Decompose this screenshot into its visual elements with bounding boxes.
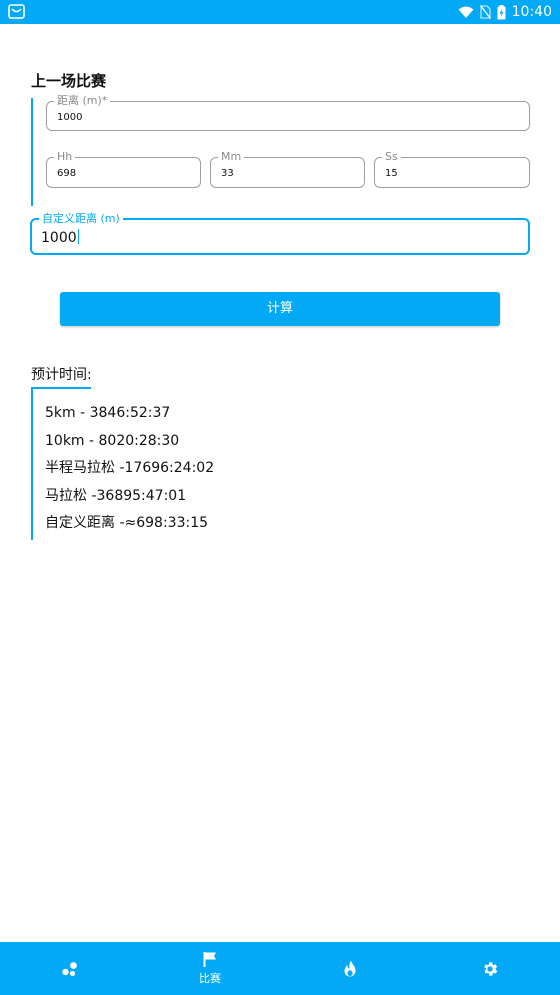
nav-item-dots[interactable] [30, 942, 110, 995]
gear-icon [484, 961, 498, 976]
result-half-marathon: 半程马拉松 -17696:24:02 [45, 460, 215, 476]
shopping-bag-icon [8, 4, 25, 19]
calculate-button[interactable]: 计算 [60, 292, 500, 326]
dots-icon [62, 961, 77, 976]
hours-value: 698 [57, 168, 77, 179]
custom-distance-label: 自定义距离 (m) [39, 212, 123, 226]
custom-distance-value: 1000 [41, 229, 80, 246]
custom-distance-text: 1000 [41, 230, 77, 246]
distance-value: 1000 [57, 112, 83, 123]
result-marathon: 马拉松 -36895:47:01 [45, 487, 187, 504]
results-list: 5km - 3846:52:37 10km - 8020:28:30 半程马拉松… [45, 405, 214, 543]
custom-distance-field[interactable]: 自定义距离 (m) 1000 [30, 212, 530, 255]
status-icons: 10:40 [458, 0, 552, 24]
seconds-label: Ss [382, 150, 401, 164]
text-caret [77, 229, 80, 244]
no-sim-icon [479, 5, 491, 19]
distance-field[interactable]: 距离 (m)* 1000 [46, 94, 530, 131]
status-time: 10:40 [511, 4, 552, 20]
bottom-navigation: 比赛 [0, 942, 560, 995]
group-accent-bar [31, 98, 33, 206]
result-5km: 5km - 3846:52:37 [45, 405, 171, 421]
minutes-field[interactable]: Mm 33 [210, 150, 365, 188]
flag-icon [203, 952, 216, 967]
nav-item-flame[interactable] [310, 942, 390, 995]
section-title: 上一场比赛 [31, 72, 107, 90]
seconds-field[interactable]: Ss 15 [374, 150, 530, 188]
hours-field[interactable]: Hh 698 [46, 150, 201, 188]
wifi-icon [458, 6, 474, 18]
nav-label-race: 比赛 [199, 972, 221, 985]
distance-label: 距离 (m)* [54, 94, 111, 108]
minutes-label: Mm [218, 150, 245, 164]
seconds-value: 15 [385, 168, 398, 179]
results-accent-bar [31, 387, 33, 540]
nav-item-race[interactable]: 比赛 [170, 942, 250, 995]
status-bar: 10:40 [0, 0, 560, 24]
result-10km: 10km - 8020:28:30 [45, 432, 180, 449]
hours-label: Hh [54, 150, 76, 164]
results-title-underline [31, 387, 91, 389]
result-custom-distance: 自定义距离 -≈698:33:15 [45, 515, 209, 531]
results-title: 预计时间: [31, 367, 92, 383]
nav-item-settings[interactable] [450, 942, 530, 995]
battery-icon [497, 4, 506, 19]
flame-icon [344, 960, 356, 976]
minutes-value: 33 [221, 168, 234, 179]
